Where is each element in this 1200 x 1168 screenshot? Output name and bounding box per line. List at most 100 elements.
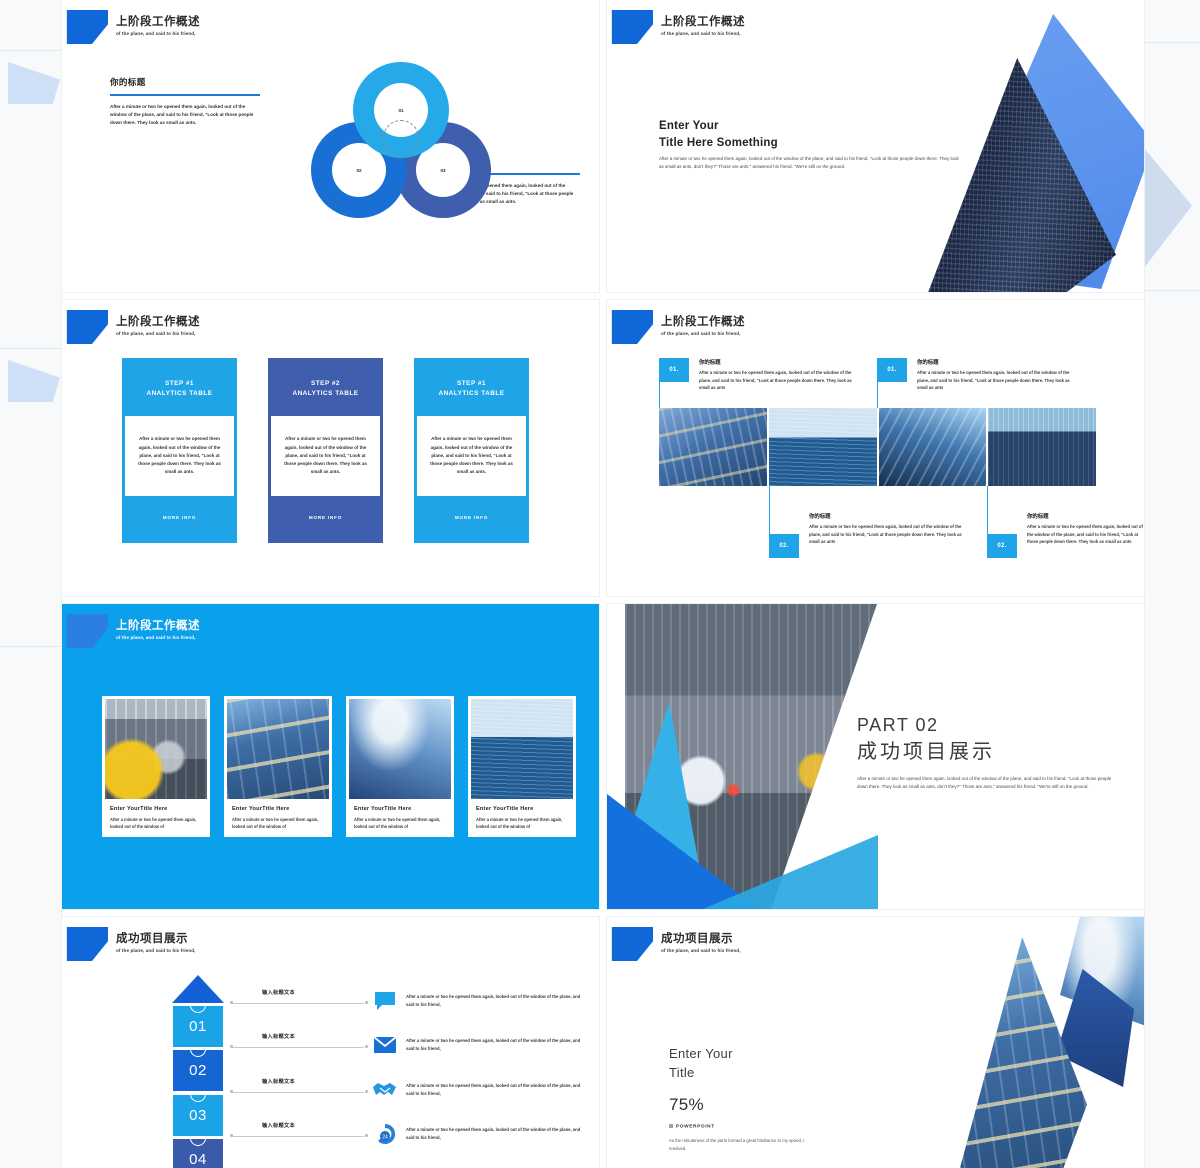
taxi-street-photo: [105, 699, 207, 799]
step-number: 04: [189, 1151, 207, 1168]
step-card[interactable]: STEP #1 ANALYTICS TABLE After a minute o…: [122, 358, 237, 543]
page-title: 上阶段工作概述: [116, 16, 200, 28]
more-info-button[interactable]: MORE INFO: [281, 501, 370, 533]
more-info-button[interactable]: MORE INFO: [427, 501, 516, 533]
header-badge-icon: [66, 310, 108, 344]
step-card[interactable]: STEP #2 ANALYTICS TABLE After a minute o…: [268, 358, 383, 543]
step-label: 输入标题文本: [262, 1034, 295, 1040]
slide-7-numbered-list[interactable]: 成功项目展示 of the plane, and said to his fri…: [62, 917, 599, 1168]
step-card-text: After a minute or two he opened them aga…: [284, 436, 367, 475]
tagline: POWERPOINT: [669, 1123, 839, 1129]
tag-title: 你的标题: [917, 360, 939, 366]
envelope-icon: [368, 1030, 402, 1060]
photo-tag-item[interactable]: 02. 你的标题 After a minute or two he opened…: [769, 486, 969, 558]
photo-tag-item[interactable]: 02. 你的标题 After a minute or two he opened…: [987, 486, 1144, 558]
percent-value: 75%: [669, 1094, 704, 1114]
step-card-line2: ANALYTICS TABLE: [438, 389, 505, 397]
photo-card[interactable]: Enter YourTitle Here After a minute or t…: [102, 696, 210, 837]
left-edge-strip: [0, 0, 62, 1168]
slide-deck: 上阶段工作概述 of the plane, and said to his fr…: [62, 0, 1144, 1168]
step-row[interactable]: 输入标题文本 24 After a minute or two he opene…: [228, 1113, 583, 1156]
tag-number: 02.: [769, 534, 799, 558]
slide-1-left-block: 你的标题 After a minute or two he opened the…: [110, 76, 260, 127]
puzzle-notch-icon: [190, 1093, 206, 1102]
slide-1-tri-donut[interactable]: 上阶段工作概述 of the plane, and said to his fr…: [62, 0, 599, 292]
part-body: After a minute or two he opened them aga…: [857, 775, 1112, 790]
photo-card-title: Enter YourTitle Here: [232, 806, 290, 812]
connector: 输入标题文本: [228, 990, 368, 1011]
tag-body: After a minute or two he opened them aga…: [699, 370, 852, 391]
page-title: 成功项目展示: [661, 933, 733, 945]
slide-4-photo-tags[interactable]: 上阶段工作概述 of the plane, and said to his fr…: [607, 300, 1144, 596]
title-line-1: Enter Your: [659, 120, 719, 132]
tag-number: 01.: [659, 358, 689, 382]
page-title: 上阶段工作概述: [661, 316, 745, 328]
photo-card-title: Enter YourTitle Here: [476, 806, 534, 812]
part-cn-title: 成功项目展示: [857, 740, 995, 763]
boat-sea-photo: [768, 408, 879, 486]
step-card-line2: ANALYTICS TABLE: [146, 389, 213, 397]
photo-tag-item[interactable]: 01. 你的标题 After a minute or two he opened…: [877, 358, 1077, 408]
photo-card[interactable]: Enter YourTitle Here After a minute or t…: [346, 696, 454, 837]
step-row[interactable]: 输入标题文本 After a minute or two he opened t…: [228, 979, 583, 1022]
step-number: 01: [189, 1017, 207, 1035]
photo-card[interactable]: Enter YourTitle Here After a minute or t…: [468, 696, 576, 837]
step-body: After a minute or two he opened them aga…: [406, 1082, 581, 1096]
slide-8-percent[interactable]: 成功项目展示 of the plane, and said to his fri…: [607, 917, 1144, 1168]
title-rule: [110, 94, 260, 96]
tag-connector-line: [769, 486, 771, 534]
step-card-line1: STEP #2: [311, 379, 340, 387]
step-number: 03: [189, 1106, 207, 1124]
page-subtitle: of the plane, and said to his friend,: [661, 948, 741, 954]
skyline-towers-photo: [988, 408, 1096, 486]
step-card[interactable]: STEP #1 ANALYTICS TABLE After a minute o…: [414, 358, 529, 543]
step-card-body: After a minute or two he opened them aga…: [125, 416, 234, 496]
photo-card-body: After a minute or two he opened them aga…: [232, 817, 319, 830]
step-card-line1: STEP #1: [457, 379, 486, 387]
square-bullet-icon: [669, 1123, 673, 1128]
tri-donut-diagram: 03 02 01: [309, 62, 494, 227]
page-subtitle: of the plane, and said to his friend,: [116, 31, 196, 37]
page-subtitle: of the plane, and said to his friend,: [116, 635, 196, 641]
page-title: 上阶段工作概述: [116, 316, 200, 328]
step-body: After a minute or two he opened them aga…: [406, 1127, 581, 1140]
step-card-heading: STEP #1 ANALYTICS TABLE: [125, 361, 234, 416]
step-number-block[interactable]: 02: [172, 1049, 224, 1092]
title-line-2: Title: [669, 1064, 695, 1080]
slide-8-body: As the minuteness of the parts formed a …: [669, 1137, 805, 1152]
step-number-block[interactable]: 04: [172, 1138, 224, 1168]
header-badge-icon: [66, 614, 108, 648]
step-row[interactable]: 输入标题文本 After a minute or two he opened t…: [228, 1024, 583, 1067]
photo-tag-item[interactable]: 01. 你的标题 After a minute or two he opened…: [659, 358, 859, 408]
step-card-text: After a minute or two he opened them aga…: [138, 436, 221, 475]
slide-7-header: 成功项目展示 of the plane, and said to his fri…: [66, 927, 196, 961]
page-subtitle: of the plane, and said to his friend,: [116, 331, 196, 337]
puzzle-notch-icon: [190, 1004, 206, 1013]
slide-3-step-cards[interactable]: 上阶段工作概述 of the plane, and said to his fr…: [62, 300, 599, 596]
photo-card[interactable]: Enter YourTitle Here After a minute or t…: [224, 696, 332, 837]
slide-5-blue-photo-cards[interactable]: 上阶段工作概述 of the plane, and said to his fr…: [62, 604, 599, 909]
step-row[interactable]: 输入标题文本 After a minute or two he opened t…: [228, 1068, 583, 1111]
slide-1-header: 上阶段工作概述 of the plane, and said to his fr…: [66, 10, 200, 44]
glass-facade-photo: [659, 408, 769, 486]
tag-connector-line: [987, 486, 989, 534]
step-number: 02: [189, 1062, 207, 1079]
page-subtitle: of the plane, and said to his friend,: [661, 31, 741, 37]
connector: 输入标题文本: [228, 1123, 368, 1144]
slide-8-header: 成功项目展示 of the plane, and said to his fri…: [611, 927, 741, 961]
header-badge-icon: [66, 10, 108, 44]
slide-2-title-photo[interactable]: 上阶段工作概述 of the plane, and said to his fr…: [607, 0, 1144, 292]
slide-6-part-divider[interactable]: PART 02 成功项目展示 After a minute or two he …: [607, 604, 1144, 909]
photo-card-body: After a minute or two he opened them aga…: [476, 817, 563, 830]
step-number-block[interactable]: 03: [172, 1093, 224, 1137]
step-body: After a minute or two he opened them aga…: [406, 1038, 581, 1051]
header-badge-icon: [611, 310, 653, 344]
step-number-block[interactable]: 01: [172, 1004, 224, 1048]
more-info-button[interactable]: MORE INFO: [135, 501, 224, 533]
block-body: After a minute or two he opened them aga…: [110, 103, 254, 125]
step-label: 输入标题文本: [262, 1078, 295, 1085]
photo-card-group: Enter YourTitle Here After a minute or t…: [102, 696, 576, 837]
handshake-icon: [368, 1075, 402, 1105]
slide-8-artwork: [910, 917, 1144, 1168]
tag-title: 你的标题: [699, 360, 721, 366]
